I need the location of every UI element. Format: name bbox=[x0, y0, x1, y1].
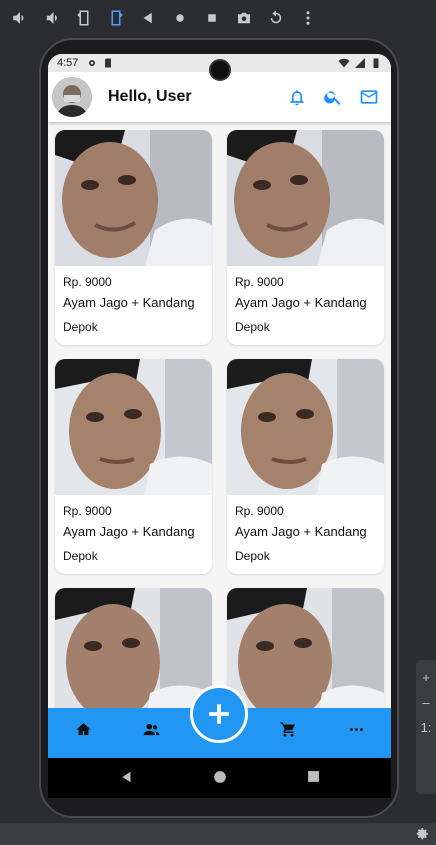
overview-icon[interactable] bbox=[198, 4, 226, 32]
product-title: Ayam Jago + Kandang bbox=[235, 295, 367, 310]
product-photo bbox=[55, 130, 212, 266]
emulator-side-panel: + – 1: bbox=[416, 660, 436, 794]
nav-more-horiz-icon[interactable] bbox=[346, 719, 366, 739]
system-home-icon[interactable] bbox=[213, 770, 227, 789]
battery-icon bbox=[373, 58, 379, 68]
rotate-left-icon[interactable] bbox=[70, 4, 98, 32]
nav-cart-icon[interactable] bbox=[278, 719, 298, 739]
nav-home-icon[interactable] bbox=[73, 719, 93, 739]
product-title: Ayam Jago + Kandang bbox=[63, 295, 195, 310]
product-price: Rp. 9000 bbox=[63, 275, 112, 289]
product-card[interactable]: Rp. 9000 Ayam Jago + Kandang Depok bbox=[227, 359, 384, 574]
bell-icon[interactable] bbox=[287, 87, 307, 107]
product-photo bbox=[55, 359, 212, 495]
product-location: Depok bbox=[63, 320, 98, 334]
gear-icon[interactable] bbox=[414, 826, 430, 842]
home-icon[interactable] bbox=[166, 4, 194, 32]
product-location: Depok bbox=[63, 549, 98, 563]
more-vert-icon[interactable] bbox=[294, 4, 322, 32]
front-camera bbox=[209, 59, 231, 81]
zoom-in-button[interactable]: + bbox=[416, 670, 436, 685]
zoom-out-button[interactable]: – bbox=[416, 695, 436, 710]
product-title: Ayam Jago + Kandang bbox=[63, 524, 195, 539]
search-icon[interactable] bbox=[323, 87, 343, 107]
product-photo bbox=[55, 588, 212, 724]
replay-icon[interactable] bbox=[262, 4, 290, 32]
signal-icon bbox=[355, 58, 365, 68]
product-title: Ayam Jago + Kandang bbox=[235, 524, 367, 539]
volume-down-icon[interactable] bbox=[38, 4, 66, 32]
emulator-toolbar bbox=[0, 0, 436, 36]
product-photo bbox=[227, 359, 384, 495]
product-price: Rp. 9000 bbox=[235, 504, 284, 518]
back-icon[interactable] bbox=[134, 4, 162, 32]
screenshot-icon[interactable] bbox=[230, 4, 258, 32]
product-photo bbox=[227, 130, 384, 266]
nav-people-icon[interactable] bbox=[141, 719, 161, 739]
avatar[interactable] bbox=[52, 77, 92, 117]
rotate-right-icon[interactable] bbox=[102, 4, 130, 32]
product-price: Rp. 9000 bbox=[235, 275, 284, 289]
volume-up-icon[interactable] bbox=[6, 4, 34, 32]
phone-screen: 4:57 Hello, User Rp. 9000 Ayam Jago + Ka… bbox=[48, 54, 391, 798]
product-photo bbox=[227, 588, 384, 724]
status-time: 4:57 bbox=[57, 57, 79, 69]
page-title: Hello, User bbox=[108, 88, 192, 105]
zoom-ratio-button[interactable]: 1: bbox=[416, 720, 436, 735]
product-card[interactable]: Rp. 9000 Ayam Jago + Kandang Depok bbox=[55, 130, 212, 345]
wifi-icon bbox=[338, 58, 350, 68]
product-location: Depok bbox=[235, 320, 270, 334]
add-button[interactable] bbox=[190, 685, 248, 743]
system-back-icon[interactable] bbox=[120, 770, 134, 789]
product-location: Depok bbox=[235, 549, 270, 563]
settings-status-icon bbox=[89, 60, 96, 66]
product-price: Rp. 9000 bbox=[63, 504, 112, 518]
system-nav-bar bbox=[48, 758, 391, 798]
system-overview-icon[interactable] bbox=[307, 770, 320, 788]
sd-card-icon bbox=[105, 58, 112, 68]
product-card[interactable]: Rp. 9000 Ayam Jago + Kandang Depok bbox=[55, 359, 212, 574]
add-icon bbox=[209, 704, 229, 724]
emulator-bottom-bar bbox=[0, 823, 436, 845]
mail-icon[interactable] bbox=[359, 87, 379, 107]
product-card[interactable]: Rp. 9000 Ayam Jago + Kandang Depok bbox=[227, 130, 384, 345]
